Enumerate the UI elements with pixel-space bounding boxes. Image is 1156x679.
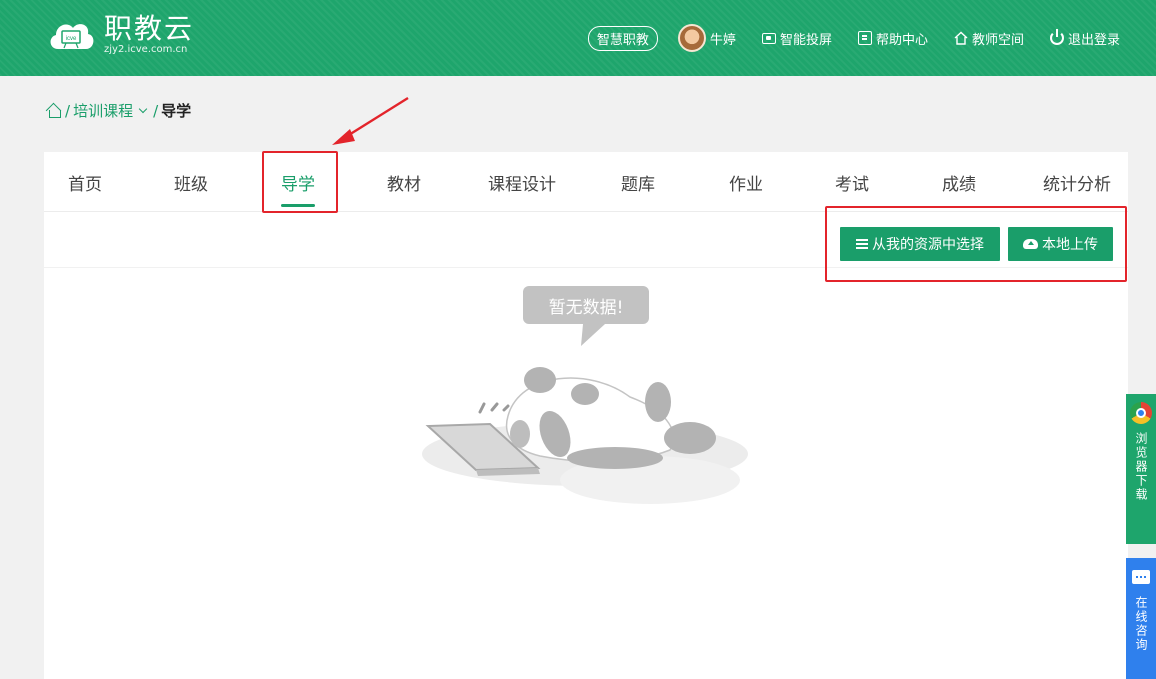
chrome-icon <box>1130 402 1152 424</box>
help-center-link[interactable]: 帮助中心 <box>857 29 928 48</box>
breadcrumb-separator: / <box>153 101 159 120</box>
breadcrumb: / 培训课程 / 导学 <box>46 100 191 121</box>
tab-question-bank[interactable]: 题库 <box>621 170 655 195</box>
breadcrumb-current: 导学 <box>161 102 192 120</box>
user-name: 牛婷 <box>709 32 736 48</box>
screen-cast-icon <box>761 32 776 44</box>
user-menu[interactable]: 牛婷 <box>677 24 736 52</box>
browser-download-label: 浏览器下载 <box>1134 432 1148 502</box>
chat-icon <box>1132 570 1150 584</box>
top-header: icve 职教云 zjy2.icve.com.cn 智慧职教 牛婷 智能投屏 帮… <box>0 0 1156 76</box>
teacher-space-label: 教师空间 <box>971 32 1024 48</box>
tab-exam[interactable]: 考试 <box>835 170 869 195</box>
online-consult-widget[interactable]: 在线咨询 <box>1126 558 1156 679</box>
course-tabs: 首页 班级 导学 教材 课程设计 题库 作业 考试 成绩 统计分析 <box>44 152 1128 212</box>
home-icon <box>954 31 968 45</box>
tab-course-design[interactable]: 课程设计 <box>488 170 556 195</box>
logout-link[interactable]: 退出登录 <box>1049 29 1120 48</box>
avatar <box>677 24 706 52</box>
smart-edu-link[interactable]: 智慧职教 <box>587 25 658 51</box>
logo-badge-text: icve <box>66 36 77 42</box>
document-icon <box>857 31 872 45</box>
sleeping-panda-illustration <box>422 367 748 504</box>
online-consult-label: 在线咨询 <box>1134 596 1148 652</box>
annotation-arrow <box>332 96 409 145</box>
help-center-label: 帮助中心 <box>875 32 928 48</box>
chevron-down-icon[interactable] <box>138 104 148 113</box>
browser-download-widget[interactable]: 浏览器下载 <box>1126 394 1156 544</box>
power-icon <box>1049 29 1064 45</box>
tab-textbook[interactable]: 教材 <box>387 170 421 195</box>
tab-grades[interactable]: 成绩 <box>942 170 976 195</box>
smart-screen-link[interactable]: 智能投屏 <box>761 29 832 48</box>
cloud-logo-icon: icve <box>50 24 94 49</box>
header-nav: 智慧职教 牛婷 智能投屏 帮助中心 教师空间 退出登录 <box>587 0 1120 76</box>
logo-domain: zjy2.icve.com.cn <box>104 44 188 55</box>
logo-title: 职教云 <box>104 12 195 45</box>
home-icon[interactable] <box>46 104 62 118</box>
site-logo[interactable]: icve 职教云 zjy2.icve.com.cn <box>46 14 194 56</box>
teacher-space-link[interactable]: 教师空间 <box>954 29 1024 48</box>
tab-home[interactable]: 首页 <box>68 170 102 195</box>
breadcrumb-course[interactable]: 培训课程 <box>73 100 133 121</box>
annotation-highlight-tab <box>262 151 338 213</box>
tab-class[interactable]: 班级 <box>174 170 208 195</box>
logout-label: 退出登录 <box>1067 32 1120 48</box>
empty-message: 暂无数据! <box>523 286 649 324</box>
smart-screen-label: 智能投屏 <box>779 32 832 48</box>
breadcrumb-separator: / <box>65 101 71 120</box>
annotation-highlight-buttons <box>825 206 1127 282</box>
tab-statistics[interactable]: 统计分析 <box>1043 170 1111 195</box>
tab-homework[interactable]: 作业 <box>729 170 763 195</box>
